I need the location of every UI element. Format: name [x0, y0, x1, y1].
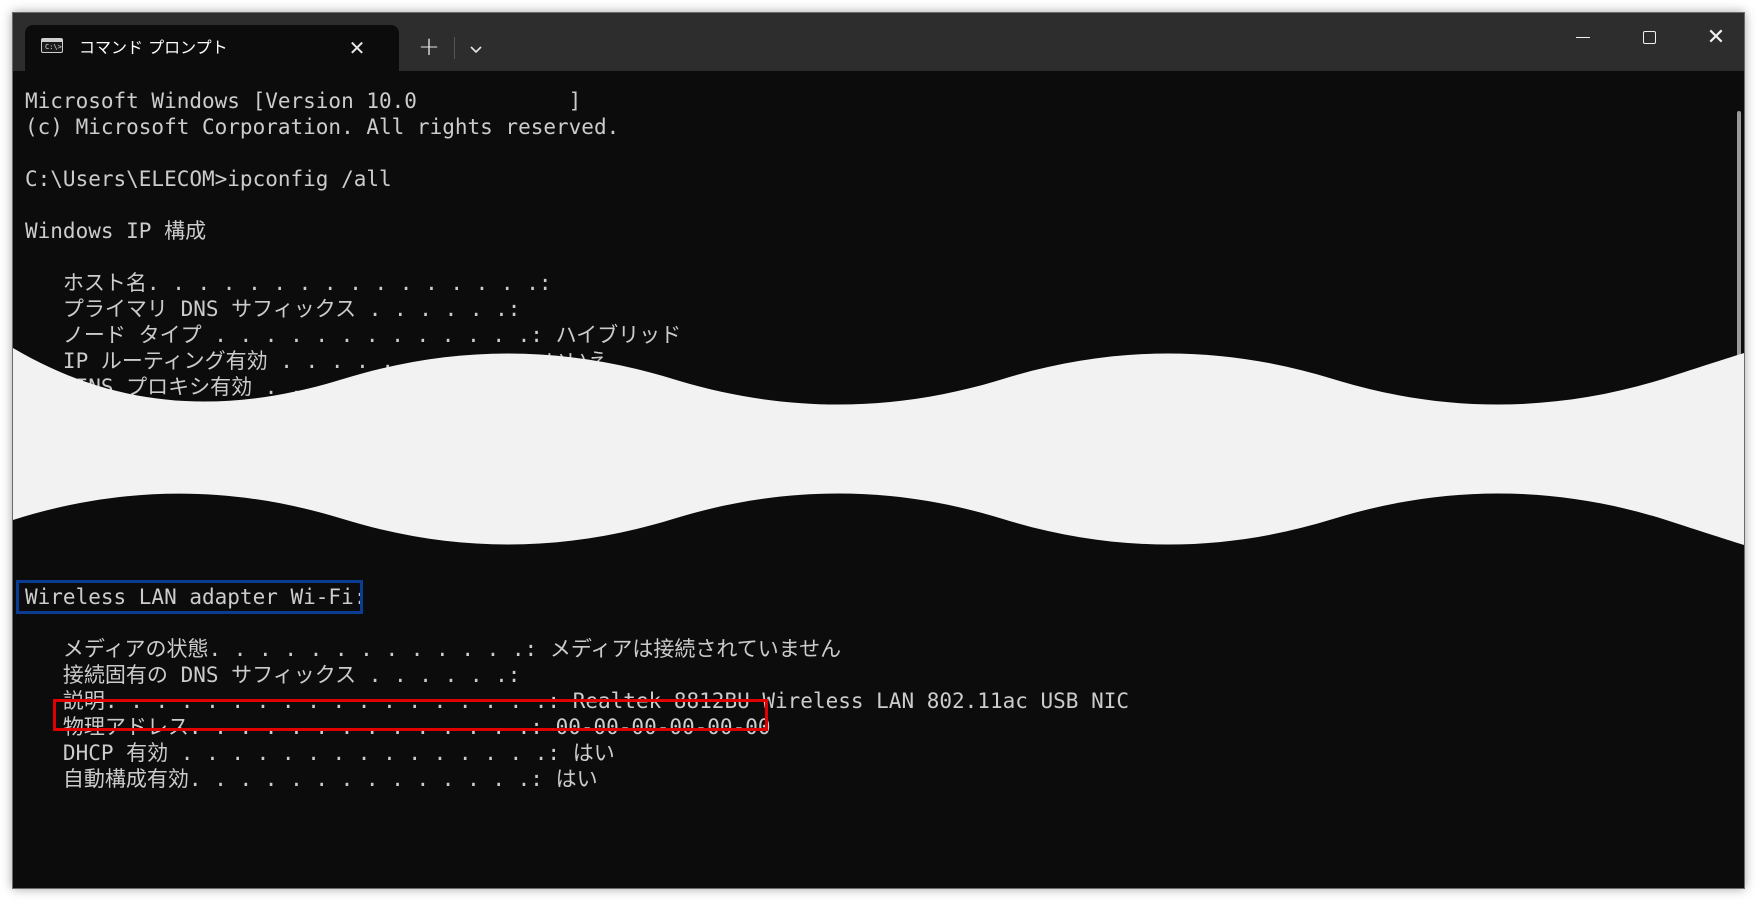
media-state-line: メディアの状態. . . . . . . . . . . . .: メディアは接… — [25, 637, 842, 661]
new-tab-button[interactable]: + — [411, 33, 447, 63]
terminal-window: C:\> コマンド プロンプト ✕ + ✕ Microsoft Windows … — [12, 12, 1745, 889]
console-output[interactable]: Microsoft Windows [Version 10.0 ] (c) Mi… — [13, 71, 1744, 888]
chevron-down-icon[interactable] — [461, 35, 491, 63]
minimize-icon — [1576, 37, 1590, 38]
command-prompt-icon: C:\> — [41, 38, 63, 53]
maximize-button[interactable] — [1619, 13, 1679, 63]
tab-separator — [454, 37, 455, 59]
scrollbar-thumb[interactable] — [1737, 111, 1741, 411]
prompt-line: C:\Users\ELECOM>ipconfig /all — [25, 167, 392, 191]
primary-dns-suffix-line: プライマリ DNS サフィックス . . . . . .: — [25, 297, 534, 321]
host-name-line: ホスト名. . . . . . . . . . . . . . . .: — [25, 271, 565, 295]
tab-title: コマンド プロンプト — [79, 38, 228, 57]
ip-routing-line: IP ルーティング有効 . . . . . . . . . .: いいえ — [25, 349, 609, 373]
adapter-highlight-box — [16, 580, 363, 614]
minimize-button[interactable] — [1552, 13, 1612, 63]
connection-dns-suffix-line: 接続固有の DNS サフィックス . . . . . .: — [25, 663, 534, 687]
title-bar: C:\> コマンド プロンプト ✕ + ✕ — [13, 13, 1744, 71]
physical-address-highlight-box — [53, 699, 768, 731]
wins-proxy-line: WINS プロキシ有効 . . . . . . . . . . .: いいえ — [25, 375, 619, 399]
close-button[interactable]: ✕ — [1686, 13, 1744, 63]
maximize-icon — [1643, 31, 1656, 44]
dhcp-enabled-line: DHCP 有効 . . . . . . . . . . . . . . .: は… — [25, 741, 615, 765]
ip-config-header: Windows IP 構成 — [25, 219, 207, 243]
node-type-line: ノード タイプ . . . . . . . . . . . . .: ハイブリッ… — [25, 323, 682, 347]
tab-close-icon[interactable]: ✕ — [343, 34, 371, 62]
autoconfig-enabled-line: 自動構成有効. . . . . . . . . . . . . .: はい — [25, 767, 598, 791]
copyright-line: (c) Microsoft Corporation. All rights re… — [25, 115, 620, 139]
version-line: Microsoft Windows [Version 10.0 ] — [25, 89, 582, 113]
